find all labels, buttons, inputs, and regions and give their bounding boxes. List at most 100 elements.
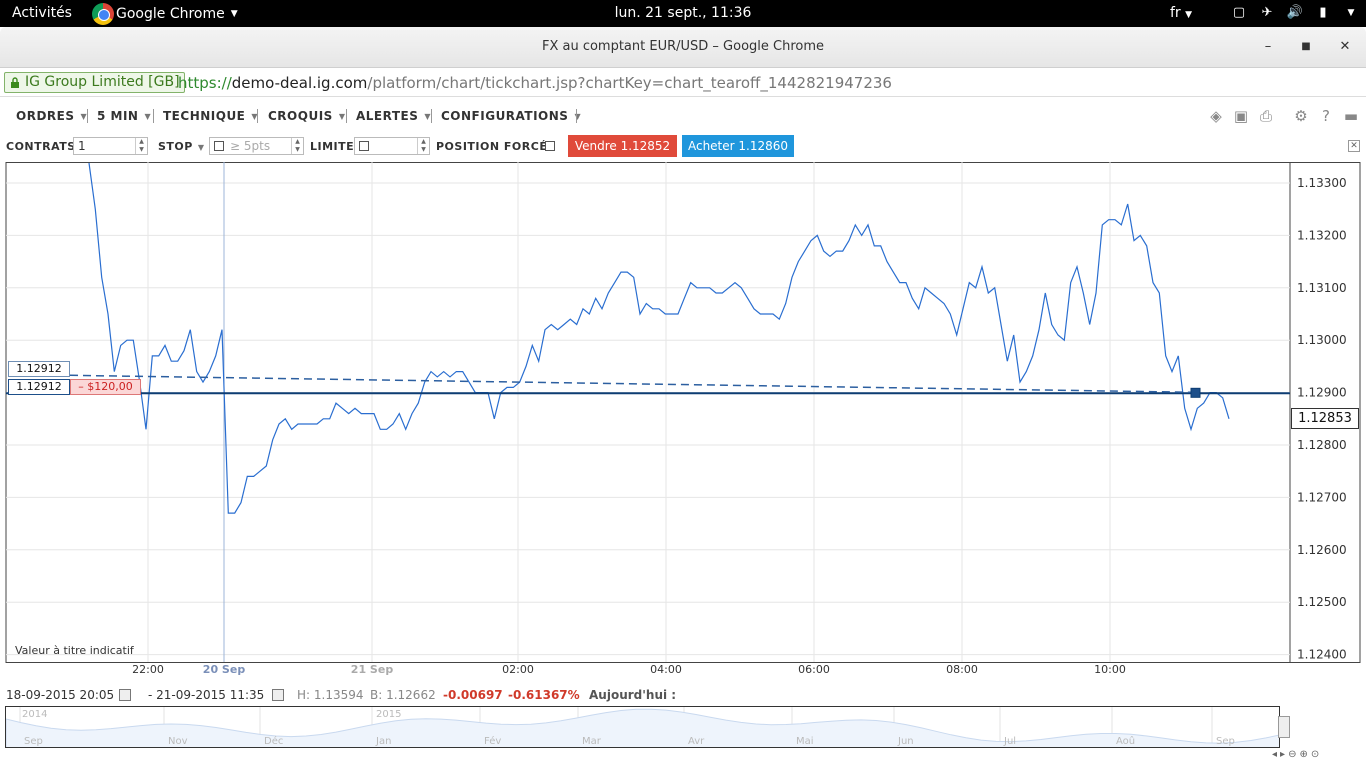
range-summary: 18-09-2015 20:05 - 21-09-2015 11:35 H: 1…: [0, 686, 1366, 706]
y-tick-label: 1.13100: [1297, 281, 1347, 295]
menu-configurations[interactable]: CONFIGURATIONS ▼: [441, 109, 581, 123]
menu-technical[interactable]: TECHNIQUE ▼: [163, 109, 258, 123]
range-change: -0.00697: [443, 688, 503, 702]
limit-stepper[interactable]: ▲ ▼: [354, 137, 430, 155]
open-position-tag[interactable]: 1.12912: [8, 379, 70, 395]
menu-alerts[interactable]: ALERTES ▼: [356, 109, 431, 123]
app-menu[interactable]: Google Chrome ▼: [92, 1, 238, 27]
range-today[interactable]: Aujourd'hui :: [589, 688, 676, 702]
chevron-down-icon: ▼: [144, 112, 152, 121]
scroll-left-icon[interactable]: ◂: [1272, 749, 1280, 760]
sell-button[interactable]: Vendre 1.12852: [568, 135, 677, 157]
activities-button[interactable]: Activités: [12, 5, 72, 21]
navigator-month-label: Jul: [1004, 736, 1017, 747]
chevron-down-icon: ▼: [197, 143, 205, 152]
menu-separator: [257, 109, 258, 123]
chevron-down-icon: ▼: [1185, 10, 1193, 20]
navigator-year-label: 2015: [376, 709, 402, 720]
navigator-month-label: Fév: [484, 736, 502, 747]
security-indicator[interactable]: IG Group Limited [GB]: [4, 72, 185, 93]
stop-stepper[interactable]: ≥ 5pts ▲ ▼: [209, 137, 304, 155]
stop-dropdown[interactable]: STOP ▼: [158, 140, 205, 153]
navigator-month-label: Jun: [898, 736, 914, 747]
layers-icon[interactable]: ◈: [1207, 107, 1225, 125]
zoom-in-icon[interactable]: ⊕: [1299, 749, 1310, 760]
range-from[interactable]: 18-09-2015 20:05: [6, 688, 114, 702]
gear-icon[interactable]: ⚙: [1292, 107, 1310, 125]
scroll-right-icon[interactable]: ▸: [1280, 749, 1288, 760]
navigator-svg: [6, 707, 1279, 747]
range-high: H: 1.13594: [297, 688, 364, 702]
print-icon[interactable]: ⎙: [1257, 107, 1275, 125]
chat-icon[interactable]: ▬: [1342, 107, 1360, 125]
y-tick-label: 1.12800: [1297, 438, 1347, 452]
system-tray[interactable]: ▢ ✈ 🔊 ▮ ▼: [1230, 4, 1360, 22]
limit-checkbox[interactable]: [359, 141, 369, 151]
forced-position-checkbox[interactable]: [545, 141, 555, 151]
buy-button[interactable]: Acheter 1.12860: [682, 135, 794, 157]
image-icon[interactable]: ▣: [1232, 107, 1250, 125]
navigator-month-label: Sep: [24, 736, 43, 747]
chrome-icon: [92, 3, 114, 25]
forced-position-label: POSITION FORCÉE: [436, 140, 556, 153]
close-button[interactable]: ✕: [1335, 37, 1355, 57]
y-tick-label: 1.12400: [1297, 648, 1347, 662]
y-tick-label: 1.12700: [1297, 490, 1347, 504]
stop-checkbox[interactable]: [214, 141, 224, 151]
chevron-down-icon: ▼: [338, 112, 346, 121]
position-handle[interactable]: [1190, 387, 1201, 398]
navigator-month-label: Jan: [376, 736, 392, 747]
menu-separator: [153, 109, 154, 123]
contracts-stepper[interactable]: 1 ▲ ▼: [73, 137, 148, 155]
address-bar[interactable]: IG Group Limited [GB] https://demo-deal.…: [0, 68, 1366, 97]
chart-navigator[interactable]: Sep Nov Déc Jan Fév Mar Avr Mai Jun Jul Aoû Sep 2014…: [5, 706, 1280, 748]
menu-separator: [346, 109, 347, 123]
keyboard-layout-indicator[interactable]: fr ▼: [1170, 5, 1192, 21]
x-tick-label: 04:00: [650, 663, 682, 676]
plot-frame: [5, 162, 1361, 663]
x-tick-label: 22:00: [132, 663, 164, 676]
window-title: FX au comptant EUR/USD – Google Chrome: [541, 39, 825, 54]
navigator-controls[interactable]: ◂▸⊖⊕⊙: [1272, 749, 1366, 764]
navigator-month-label: Déc: [264, 736, 284, 747]
menu-sketch[interactable]: CROQUIS ▼: [268, 109, 345, 123]
y-tick-label: 1.13000: [1297, 333, 1347, 347]
current-price-label: 1.12853: [1291, 408, 1359, 429]
minimize-button[interactable]: –: [1258, 37, 1278, 57]
zoom-out-icon[interactable]: ⊖: [1288, 749, 1299, 760]
y-tick-label: 1.13200: [1297, 228, 1347, 242]
navigator-year-label: 2014: [22, 709, 48, 720]
menu-interval[interactable]: 5 MIN ▼: [97, 109, 151, 123]
x-tick-label: 02:00: [502, 663, 534, 676]
navigator-month-label: Mar: [582, 736, 601, 747]
stepper-arrows-icon[interactable]: ▲ ▼: [417, 138, 429, 154]
navigator-month-label: Avr: [688, 736, 705, 747]
navigator-handle[interactable]: [1278, 716, 1290, 738]
contracts-value: 1: [78, 139, 86, 153]
menu-orders[interactable]: ORDRES ▼: [16, 109, 87, 123]
range-change-pct: -0.61367%: [508, 688, 580, 702]
navigator-area: [6, 708, 1279, 747]
working-level-tag[interactable]: 1.12912: [8, 361, 70, 377]
calendar-icon[interactable]: [272, 689, 284, 701]
calendar-icon[interactable]: [119, 689, 131, 701]
menu-separator: [576, 109, 577, 123]
range-to[interactable]: - 21-09-2015 11:35: [148, 688, 264, 702]
window-icon: ▢: [1232, 5, 1246, 20]
stepper-arrows-icon[interactable]: ▲ ▼: [135, 138, 147, 154]
maximize-button[interactable]: ■: [1296, 37, 1316, 57]
stepper-arrows-icon[interactable]: ▲ ▼: [291, 138, 303, 154]
navigator-month-label: Nov: [168, 736, 188, 747]
help-icon[interactable]: ?: [1317, 107, 1335, 125]
limit-label: LIMITE: [310, 140, 355, 153]
lock-icon: [11, 77, 19, 88]
url-text[interactable]: https://demo-deal.ig.com/platform/chart/…: [178, 74, 892, 92]
contracts-label: CONTRATS: [6, 140, 76, 153]
close-icon[interactable]: ✕: [1348, 140, 1360, 152]
platform-menu-bar: ORDRES ▼ 5 MIN ▼ TECHNIQUE ▼ CROQUIS ▼ ALERT…: [0, 99, 1366, 133]
indicative-value-note: Valeur à titre indicatif: [15, 644, 134, 657]
airplane-icon: ✈: [1261, 5, 1273, 20]
chart-svg[interactable]: 1.13300 1.13200 1.13100 1.13000 1.12900 1.128…: [0, 162, 1366, 686]
zoom-reset-icon[interactable]: ⊙: [1311, 749, 1322, 760]
price-chart[interactable]: 1.13300 1.13200 1.13100 1.13000 1.12900 1.128…: [0, 162, 1366, 707]
